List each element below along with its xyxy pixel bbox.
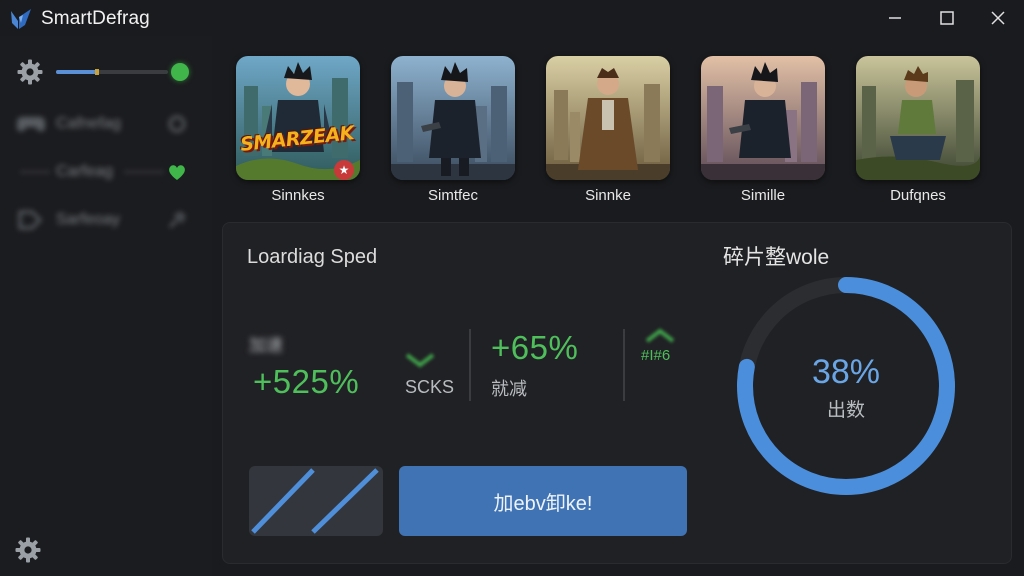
minimize-button[interactable] xyxy=(877,4,913,32)
game-library: SMARZEAK ★ Sinnkes Simtfec Sinnke Simill… xyxy=(222,50,1012,210)
progress-percent: 38% xyxy=(811,353,881,391)
stat-value: +525% xyxy=(253,363,360,400)
accelerate-button[interactable]: 加ebv卸ke! xyxy=(399,466,687,536)
maximize-button[interactable] xyxy=(929,4,965,32)
sidebar: Cafnefag Carfeag Sarfeoay xyxy=(0,36,212,576)
game-card[interactable]: SMARZEAK ★ Sinnkes xyxy=(235,56,361,204)
stripe-pattern-icon xyxy=(251,468,379,534)
game-card[interactable]: Sinnke xyxy=(545,56,671,204)
game-cover xyxy=(546,56,670,180)
chevron-down-icon xyxy=(405,353,435,368)
game-cover: SMARZEAK ★ xyxy=(236,56,360,180)
maximize-icon xyxy=(940,11,954,25)
app-title: SmartDefrag xyxy=(41,8,150,29)
stat-sub: #I#6 xyxy=(641,347,671,364)
sidebar-item-label: Cafnefag xyxy=(56,115,121,132)
heart-icon xyxy=(169,165,185,180)
settings-gear-icon[interactable] xyxy=(16,58,44,86)
divider-line xyxy=(124,171,164,173)
stat-speed: 加速 xyxy=(249,331,283,356)
favorite-badge-icon: ★ xyxy=(334,160,354,180)
slider-fill xyxy=(56,70,98,74)
settings-gear-icon[interactable] xyxy=(14,536,42,564)
game-title: Sinnkes xyxy=(271,187,325,204)
sidebar-item-label: Sarfeoay xyxy=(56,211,121,228)
title-bar: SmartDefrag xyxy=(0,0,1024,36)
divider xyxy=(469,329,471,401)
sidebar-item-tags[interactable]: Sarfeoay xyxy=(0,200,212,240)
sidebar-item-games[interactable]: Cafnefag xyxy=(0,104,212,144)
divider xyxy=(623,329,625,401)
defrag-title: 碎片整wole xyxy=(723,246,830,269)
game-card[interactable]: Simille xyxy=(700,56,826,204)
game-cover xyxy=(856,56,980,180)
sidebar-item-favorites[interactable]: Carfeag xyxy=(0,152,212,192)
game-card[interactable]: Simtfec xyxy=(390,56,516,204)
slider-handle[interactable] xyxy=(95,69,100,75)
gear-icon xyxy=(168,115,186,133)
panel-title: Loardiag Sped xyxy=(247,246,378,268)
pin-icon xyxy=(168,210,187,229)
game-title: Simtfec xyxy=(427,187,478,204)
close-icon xyxy=(991,11,1005,25)
status-indicator xyxy=(171,63,189,81)
stat-sub: 就减 xyxy=(491,379,527,399)
app-logo-icon xyxy=(11,9,31,29)
game-title: Simille xyxy=(740,187,786,204)
speed-slider[interactable] xyxy=(56,69,168,75)
game-title: Sinnke xyxy=(585,187,631,204)
stat-value: +65% xyxy=(491,329,579,366)
main-panel: Loardiag Sped 碎片整wole 加速 +525% SCKS +65%… xyxy=(222,222,1012,564)
tag-icon xyxy=(18,210,43,230)
divider-line xyxy=(20,171,50,173)
chevron-up-icon xyxy=(645,328,675,343)
game-cover xyxy=(701,56,825,180)
sidebar-item-label: Carfeag xyxy=(56,163,113,180)
game-title: Dufqnes xyxy=(890,187,946,204)
progress-label: 出数 xyxy=(826,400,865,421)
gamepad-icon xyxy=(17,117,45,132)
stat-sub: SCKS xyxy=(405,377,455,397)
close-button[interactable] xyxy=(980,4,1016,32)
game-card[interactable]: Dufqnes xyxy=(855,56,981,204)
stat-label: 加速 xyxy=(249,336,283,355)
game-cover xyxy=(391,56,515,180)
minimize-icon xyxy=(889,17,901,19)
secondary-button[interactable] xyxy=(249,466,383,536)
